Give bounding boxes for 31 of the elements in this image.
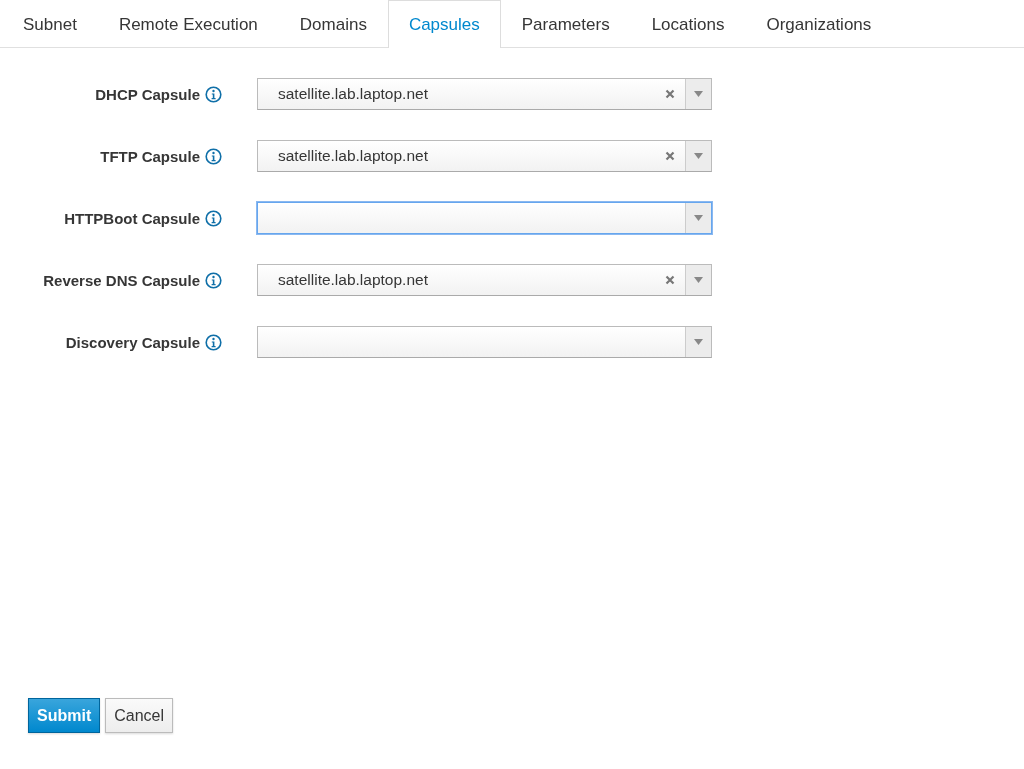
clear-icon[interactable] [665,151,675,161]
capsule-select[interactable]: satellite.lab.laptop.net [257,264,712,296]
clear-icon[interactable] [665,89,675,99]
tab[interactable]: Domains [278,0,388,48]
tab[interactable]: Parameters [500,0,631,48]
field-label: HTTPBoot Capsule [64,209,200,227]
tab[interactable]: Remote Execution [97,0,279,48]
field-label: Discovery Capsule [65,333,200,351]
info-icon[interactable] [205,85,222,103]
capsule-select[interactable]: satellite.lab.laptop.net [257,140,712,172]
tab[interactable]: Capsules [387,0,501,48]
caret-icon[interactable] [694,215,703,221]
caret-icon[interactable] [694,153,703,159]
info-icon[interactable] [205,147,222,165]
tab[interactable]: Organizations [745,0,893,48]
info-icon[interactable] [205,271,222,289]
info-icon[interactable] [205,209,222,227]
clear-icon[interactable] [665,275,675,285]
cancel-button[interactable]: Cancel [105,698,174,733]
field-label: DHCP Capsule [95,85,200,103]
field-label: TFTP Capsule [100,147,200,165]
capsule-select[interactable] [257,202,712,234]
caret-icon[interactable] [694,91,703,97]
tab[interactable]: Locations [630,0,746,48]
capsule-select[interactable] [257,326,712,358]
field-label: Reverse DNS Capsule [43,271,200,289]
info-icon[interactable] [205,333,222,351]
tab[interactable]: Subnet [2,0,98,48]
caret-icon[interactable] [694,277,703,283]
caret-icon[interactable] [694,339,703,345]
capsule-select[interactable]: satellite.lab.laptop.net [257,78,712,110]
